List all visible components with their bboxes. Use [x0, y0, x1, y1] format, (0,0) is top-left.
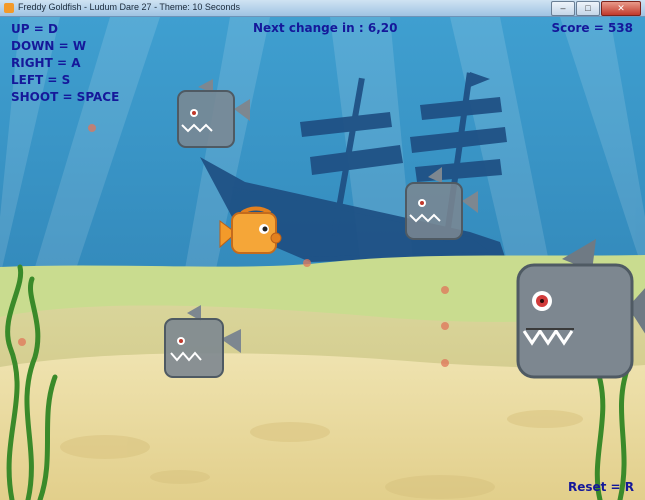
control-up: UP = D: [11, 22, 58, 36]
game-window: Freddy Goldfish - Ludum Dare 27 - Theme:…: [0, 0, 645, 500]
minimize-button[interactable]: –: [551, 1, 575, 16]
maximize-button[interactable]: □: [576, 1, 600, 16]
close-button[interactable]: ✕: [601, 1, 641, 16]
window-controls: – □ ✕: [551, 1, 641, 16]
control-right: RIGHT = A: [11, 56, 81, 70]
control-shoot: SHOOT = SPACE: [11, 90, 120, 104]
maximize-icon: □: [585, 3, 591, 13]
control-left: LEFT = S: [11, 73, 71, 87]
window-title: Freddy Goldfish - Ludum Dare 27 - Theme:…: [18, 2, 240, 12]
score-display: Score = 538: [551, 21, 633, 35]
next-change-timer: Next change in : 6,20: [253, 21, 398, 35]
game-canvas[interactable]: UP = D DOWN = W RIGHT = A LEFT = S SHOOT…: [0, 17, 645, 500]
minimize-icon: –: [560, 3, 566, 13]
app-icon: [4, 3, 14, 13]
title-bar[interactable]: Freddy Goldfish - Ludum Dare 27 - Theme:…: [0, 0, 645, 17]
reset-hint: Reset = R: [567, 480, 634, 494]
control-down: DOWN = W: [11, 39, 87, 53]
controls-legend: UP = D DOWN = W RIGHT = A LEFT = S SHOOT…: [11, 21, 119, 106]
close-icon: ✕: [617, 3, 625, 13]
